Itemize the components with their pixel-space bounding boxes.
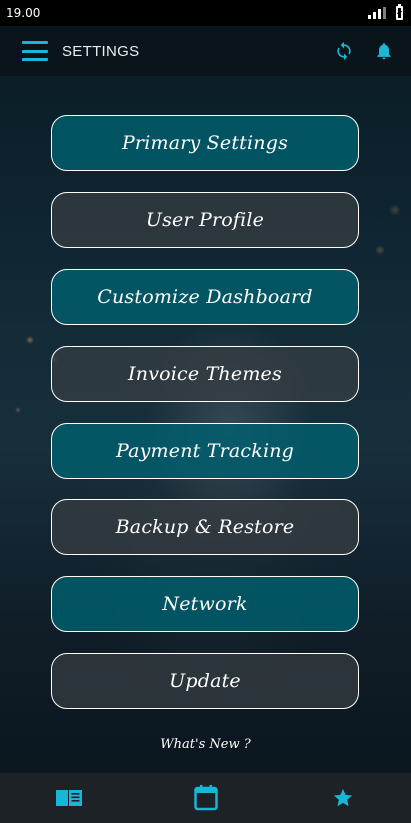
book-icon xyxy=(55,790,82,806)
calendar-icon xyxy=(193,785,218,811)
signal-icon xyxy=(368,7,386,19)
bottom-navigation xyxy=(0,773,411,823)
star-icon xyxy=(333,788,352,807)
network-button[interactable]: Network xyxy=(51,576,359,632)
update-button[interactable]: Update xyxy=(51,653,359,709)
nav-calendar-button[interactable] xyxy=(176,778,236,818)
status-time: 19.00 xyxy=(6,6,41,20)
invoice-themes-button[interactable]: Invoice Themes xyxy=(51,346,359,402)
hamburger-menu-icon[interactable] xyxy=(22,41,48,61)
status-bar: 19.00 xyxy=(0,0,411,26)
customize-dashboard-button[interactable]: Customize Dashboard xyxy=(51,269,359,325)
nav-book-button[interactable] xyxy=(39,778,99,818)
whats-new-link[interactable]: What's New ? xyxy=(0,737,411,752)
user-profile-button[interactable]: User Profile xyxy=(51,192,359,248)
sync-icon[interactable] xyxy=(333,40,355,62)
page-title: SETTINGS xyxy=(62,42,140,60)
backup-restore-button[interactable]: Backup & Restore xyxy=(51,499,359,555)
primary-settings-button[interactable]: Primary Settings xyxy=(51,115,359,171)
app-bar: SETTINGS xyxy=(0,26,411,76)
payment-tracking-button[interactable]: Payment Tracking xyxy=(51,423,359,479)
battery-icon xyxy=(396,4,403,20)
nav-favorites-button[interactable] xyxy=(313,778,373,818)
bell-icon[interactable] xyxy=(373,40,395,62)
